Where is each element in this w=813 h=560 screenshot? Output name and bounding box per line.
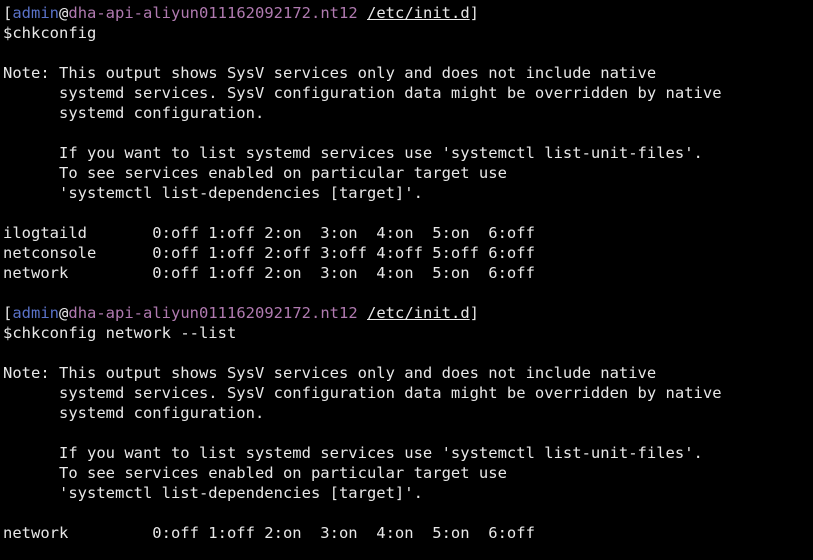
prompt-open-bracket: [ (3, 4, 13, 22)
terminal-window[interactable]: [admin@dha-api-aliyun011162092172.nt12 /… (0, 0, 813, 560)
prompt-at: @ (59, 304, 69, 322)
service-row: network 0:off 1:off 2:on 3:on 4:on 5:on … (3, 264, 535, 282)
prompt-sigil: $ (3, 24, 13, 42)
note-line: systemd services. SysV configuration dat… (3, 384, 722, 402)
note-line: Note: This output shows SysV services on… (3, 64, 657, 82)
note-line: If you want to list systemd services use… (3, 444, 703, 462)
note-line: systemd services. SysV configuration dat… (3, 84, 722, 102)
command-line: $chkconfig network --list (3, 323, 813, 343)
prompt-sigil: $ (3, 324, 13, 342)
service-row: ilogtaild 0:off 1:off 2:on 3:on 4:on 5:o… (3, 224, 535, 242)
prompt-line: [admin@dha-api-aliyun011162092172.nt12 /… (3, 3, 813, 23)
prompt-path: /etc/init.d (367, 304, 470, 322)
note-line: To see services enabled on particular ta… (3, 464, 507, 482)
note-line: systemd configuration. (3, 404, 265, 422)
prompt-line: [admin@dha-api-aliyun011162092172.nt12 /… (3, 303, 813, 323)
command-text: chkconfig network --list (12, 324, 237, 342)
note-line: Note: This output shows SysV services on… (3, 364, 657, 382)
service-row: netconsole 0:off 1:off 2:off 3:off 4:off… (3, 244, 535, 262)
note-line: If you want to list systemd services use… (3, 144, 703, 162)
note-line: To see services enabled on particular ta… (3, 164, 507, 182)
prompt-user: admin (12, 304, 60, 322)
prompt-user: admin (12, 4, 60, 22)
prompt-path: /etc/init.d (367, 4, 470, 22)
prompt-close-bracket: ] (469, 304, 479, 322)
note-line: 'systemctl list-dependencies [target]'. (3, 484, 423, 502)
prompt-host: dha-api-aliyun011162092172.nt12 (68, 4, 358, 22)
note-line: systemd configuration. (3, 104, 265, 122)
command-line: $chkconfig (3, 23, 813, 43)
command-text: chkconfig (12, 24, 97, 42)
prompt-close-bracket: ] (469, 4, 479, 22)
prompt-at: @ (59, 4, 69, 22)
service-row: network 0:off 1:off 2:on 3:on 4:on 5:on … (3, 524, 535, 542)
prompt-host: dha-api-aliyun011162092172.nt12 (68, 304, 358, 322)
note-line: 'systemctl list-dependencies [target]'. (3, 184, 423, 202)
prompt-open-bracket: [ (3, 304, 13, 322)
